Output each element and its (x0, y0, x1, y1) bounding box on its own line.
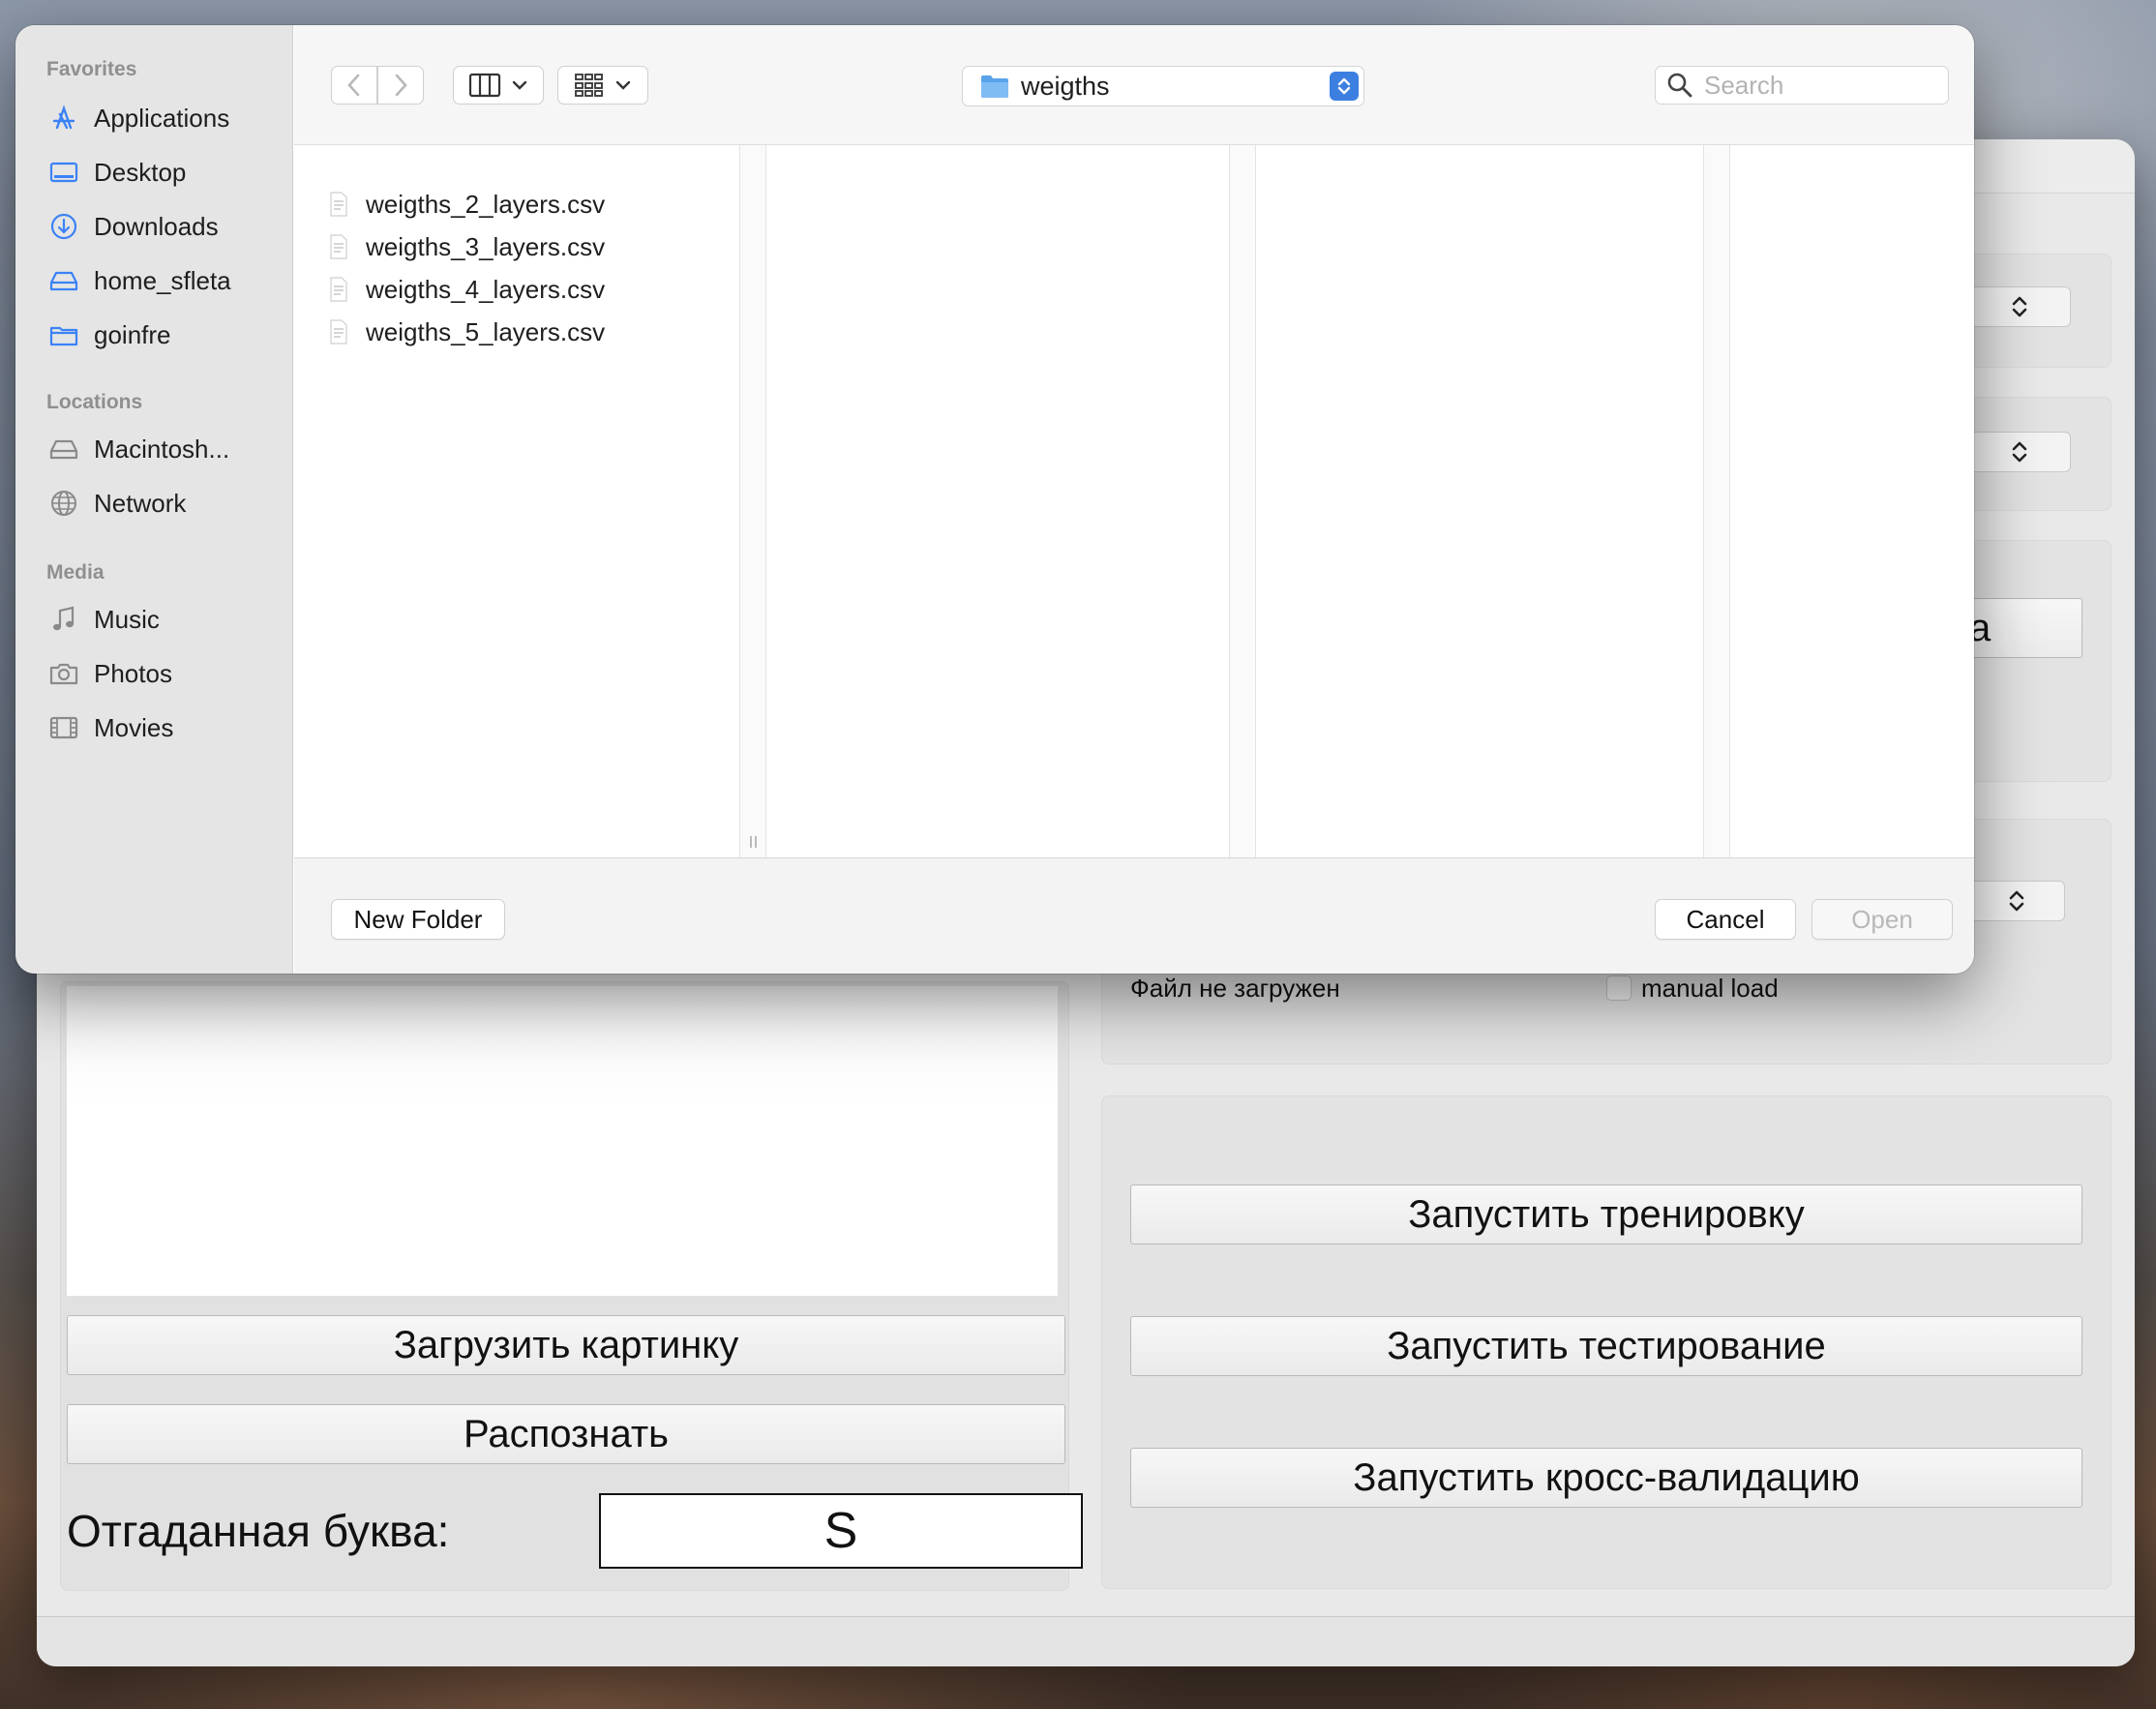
cancel-button[interactable]: Cancel (1655, 899, 1796, 940)
current-folder-name: weigths (1021, 71, 1110, 101)
column-resize-handle[interactable] (739, 145, 766, 857)
chevron-down-icon (512, 80, 527, 90)
recognize-button[interactable]: Распознать (67, 1404, 1065, 1464)
test-button[interactable]: Запустить тестирование (1130, 1316, 2082, 1376)
up-down-chevron-icon (2012, 296, 2027, 317)
file-name: weigths_5_layers.csv (366, 316, 606, 346)
popup-button-3[interactable] (1968, 881, 2065, 921)
sidebar-item-label: Music (94, 604, 160, 634)
document-icon (330, 192, 347, 217)
document-icon (330, 234, 347, 259)
app-status-bar (37, 1616, 2135, 1666)
load-image-button[interactable]: Загрузить картинку (67, 1315, 1065, 1375)
search-field[interactable]: Search (1655, 66, 1949, 105)
settings-panel-3 (1966, 540, 2111, 782)
forward-button[interactable] (377, 66, 424, 105)
popup-button-1[interactable] (1968, 286, 2071, 327)
back-button[interactable] (331, 66, 377, 105)
downloads-icon (50, 213, 77, 240)
applications-icon (52, 105, 75, 130)
up-down-chevron-icon (2012, 441, 2027, 463)
folder-path-popup[interactable]: weigths (962, 66, 1364, 106)
dialog-toolbar: weigths Search (294, 25, 1974, 145)
sidebar-item-photos[interactable]: Photos (48, 652, 172, 695)
file-item[interactable]: weigths_5_layers.csv (329, 313, 605, 351)
file-item[interactable]: weigths_2_layers.csv (329, 185, 605, 224)
sidebar-item-label: Downloads (94, 211, 219, 241)
train-button[interactable]: Запустить тренировку (1130, 1184, 2082, 1244)
file-name: weigths_2_layers.csv (366, 189, 606, 219)
document-icon (330, 319, 347, 345)
favorites-header: Favorites (46, 58, 137, 80)
sidebar-item-goinfre[interactable]: goinfre (48, 314, 171, 356)
sidebar-item-label: Photos (94, 658, 172, 688)
search-icon (1667, 73, 1692, 98)
recognition-panel: Загрузить картинку Распознать Отгаданная… (60, 981, 1083, 1591)
sidebar-item-label: home_sfleta (94, 265, 231, 295)
crossval-button[interactable]: Запустить кросс-валидацию (1130, 1448, 2082, 1508)
popup-button-2[interactable] (1968, 432, 2071, 472)
column-divider[interactable] (1229, 145, 1256, 857)
manual-load-label: manual load (1641, 974, 1779, 1003)
drawing-canvas[interactable] (67, 986, 1058, 1296)
media-header: Media (46, 561, 105, 584)
sidebar-item-applications[interactable]: Applications (48, 97, 229, 139)
guessed-letter-value: S (599, 1493, 1083, 1569)
sidebar-item-label: goinfre (94, 319, 171, 349)
search-placeholder: Search (1704, 70, 1784, 100)
resize-grip-icon (750, 836, 757, 848)
chevron-right-icon (395, 74, 407, 97)
drive-icon (49, 271, 78, 291)
locations-header: Locations (46, 391, 143, 413)
sidebar-item-network[interactable]: Network (48, 482, 186, 525)
path-stepper (1330, 72, 1359, 101)
open-button[interactable]: Open (1812, 899, 1953, 940)
file-name: weigths_3_layers.csv (366, 231, 606, 261)
file-item[interactable]: weigths_4_layers.csv (329, 270, 605, 309)
chevron-left-icon (347, 74, 360, 97)
camera-icon (49, 663, 78, 685)
desktop-icon (49, 162, 78, 183)
sidebar-item-home-sfleta[interactable]: home_sfleta (48, 259, 231, 302)
sidebar-item-label: Macintosh... (94, 434, 230, 464)
new-folder-button[interactable]: New Folder (331, 899, 505, 940)
partial-action-button[interactable]: а (1966, 598, 2082, 658)
sidebar-item-label: Movies (94, 712, 174, 742)
column-divider[interactable] (1703, 145, 1730, 857)
sidebar-item-label: Applications (94, 103, 230, 133)
up-down-chevron-icon (2009, 890, 2024, 912)
document-icon (330, 277, 347, 302)
sidebar-item-movies[interactable]: Movies (48, 706, 173, 749)
film-icon (49, 716, 78, 739)
sidebar-item-downloads[interactable]: Downloads (48, 205, 219, 248)
group-mode-button[interactable] (557, 66, 648, 105)
view-mode-button[interactable] (453, 66, 544, 105)
sidebar-item-macintosh[interactable]: Macintosh... (48, 428, 229, 470)
dialog-sidebar: Favorites Applications Desktop Downloads… (15, 25, 293, 974)
grid-view-icon (575, 74, 603, 97)
music-note-icon (53, 606, 75, 631)
folder-icon (981, 75, 1008, 98)
sidebar-item-desktop[interactable]: Desktop (48, 151, 186, 194)
dialog-footer: New Folder Cancel Open (294, 857, 1974, 974)
sidebar-item-label: Network (94, 488, 187, 518)
globe-icon (51, 491, 76, 516)
sidebar-item-label: Desktop (94, 157, 187, 187)
chevron-down-icon (615, 80, 631, 90)
file-name: weigths_4_layers.csv (366, 274, 606, 304)
file-status-text: Файл не загружен (1130, 974, 1340, 1003)
open-file-dialog: Favorites Applications Desktop Downloads… (15, 25, 1974, 974)
columns-view-icon (468, 73, 501, 98)
manual-load-checkbox[interactable] (1606, 975, 1632, 1001)
guessed-letter-label: Отгаданная буква: (67, 1506, 450, 1556)
sidebar-item-music[interactable]: Music (48, 598, 160, 641)
folder-icon (49, 326, 78, 346)
file-browser: weigths_2_layers.csv weigths_3_layers.cs… (294, 145, 1974, 857)
hard-disk-icon (49, 439, 78, 460)
file-item[interactable]: weigths_3_layers.csv (329, 227, 605, 266)
up-down-chevron-icon (1337, 77, 1351, 95)
